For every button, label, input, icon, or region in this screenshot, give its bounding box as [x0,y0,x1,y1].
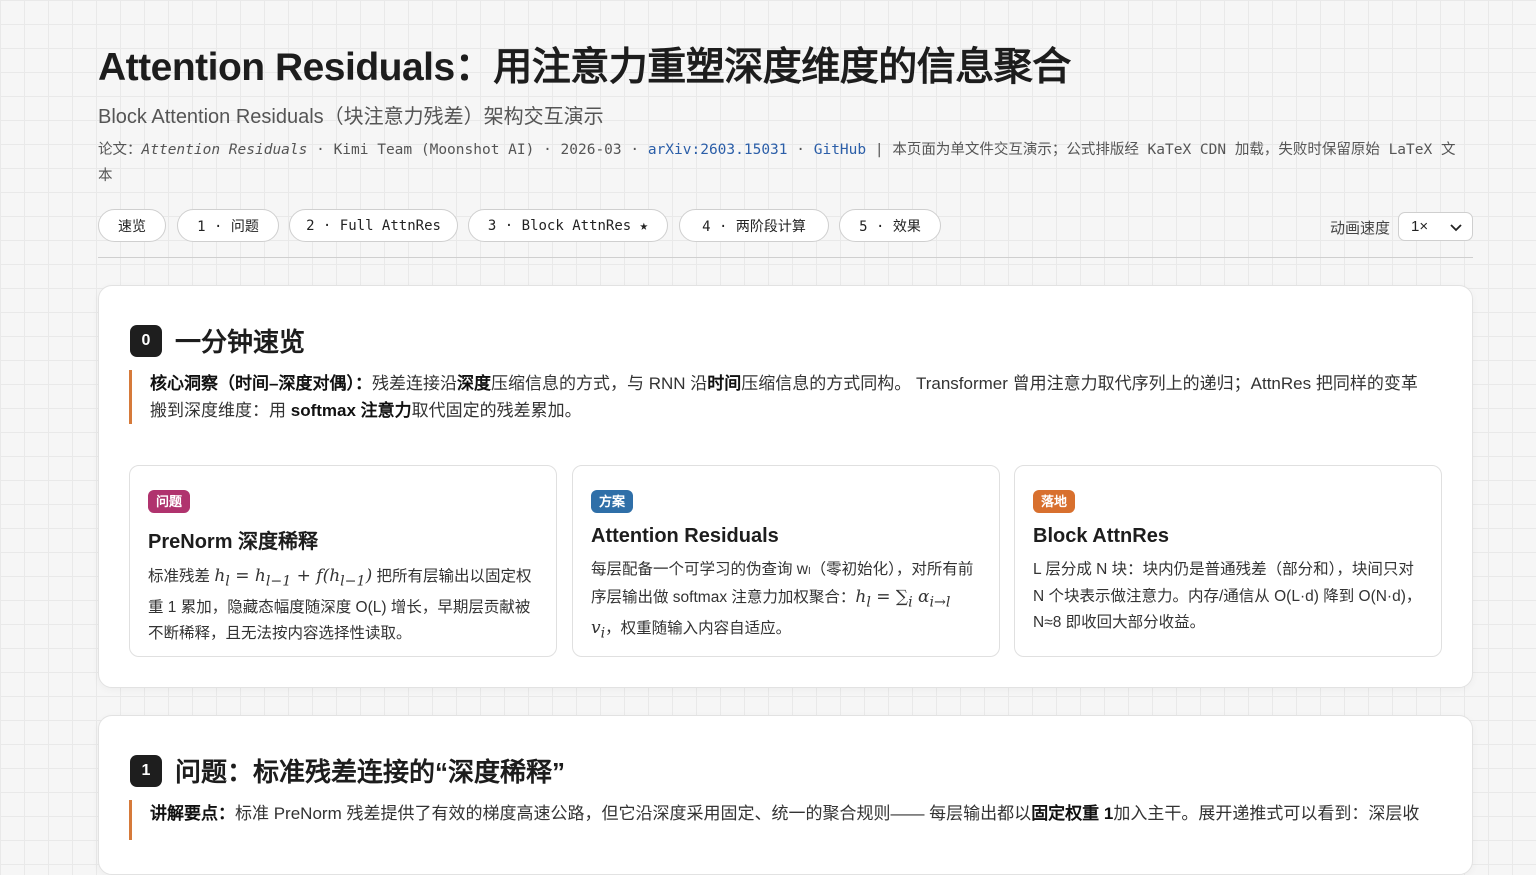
paper-meta: 论文：Attention Residuals · Kimi Team (Moon… [98,137,1468,189]
tab-block-attnres[interactable]: 3 · Block AttnRes ★ [468,209,668,242]
card-title: Block AttnRes [1033,525,1169,547]
arxiv-link[interactable]: arXiv:2603.15031 [648,142,788,158]
card-title: PreNorm 深度稀释 [148,531,319,553]
page-subtitle: Block Attention Residuals（块注意力残差）架构交互演示 [98,106,604,128]
callout-text: 取代固定的残差累加。 [411,401,582,420]
section-number: 1 [130,754,162,787]
section-nav: 速览 1 · 问题 2 · Full AttnRes 3 · Block Att… [98,209,1473,245]
overview-section: 0 一分钟速览 核心洞察（时间–深度对偶）：残差连接沿深度压缩信息的方式，与 R… [98,285,1473,688]
github-link[interactable]: GitHub [814,142,866,158]
tab-full-attnres[interactable]: 2 · Full AttnRes [289,209,458,242]
callout-lead: 核心洞察（时间–深度对偶）： [150,374,372,393]
card-title: Attention Residuals [591,525,779,547]
callout-bold: softmax 注意力 [290,401,412,420]
solution-card: 方案 Attention Residuals 每层配备一个可学习的伪查询 wₗ（… [572,465,1000,657]
problem-section: 1 问题：标准残差连接的“深度稀释” 讲解要点：标准 PreNorm 残差提供了… [98,715,1473,875]
speed-value: 1× [1411,218,1429,235]
meta-prefix: 论文： [98,142,142,158]
paper-title: Attention Residuals [141,142,308,158]
header-divider [98,257,1473,258]
meta-authors: · Kimi Team (Moonshot AI) · 2026-03 · [307,142,648,158]
card-text: ，权重随输入内容自适应。 [605,620,792,638]
card-body: 每层配备一个可学习的伪查询 wₗ（零初始化），对所有前序层输出做 softmax… [591,557,981,647]
formula: hl = hl−1 + f(hl−1) [214,566,373,590]
solution-badge: 方案 [591,490,634,513]
section-heading: 0 一分钟速览 [130,322,305,359]
callout-text: 标准 PreNorm 残差提供了有效的梯度高速公路，但它沿深度采用固定、统一的聚… [235,804,1032,823]
speed-label: 动画速度 [1329,220,1390,237]
tab-two-stage[interactable]: 4 · 两阶段计算 [679,209,829,242]
section-title: 一分钟速览 [175,327,306,357]
tab-results[interactable]: 5 · 效果 [839,209,941,242]
tab-overview[interactable]: 速览 [98,209,166,242]
explanation-callout: 讲解要点：标准 PreNorm 残差提供了有效的梯度高速公路，但它沿深度采用固定… [129,800,1429,840]
card-text: 标准残差 [148,568,215,585]
meta-separator: · [787,142,814,158]
callout-lead: 讲解要点： [150,804,235,823]
callout-text: 压缩信息的方式，与 RNN 沿 [490,374,708,393]
problem-badge: 问题 [148,490,191,513]
callout-text: 残差连接沿 [371,374,457,393]
key-insight-callout: 核心洞察（时间–深度对偶）：残差连接沿深度压缩信息的方式，与 RNN 沿时间压缩… [129,370,1429,424]
callout-bold: 深度 [456,374,491,393]
tab-problem[interactable]: 1 · 问题 [177,209,279,242]
section-number: 0 [130,324,162,357]
callout-bold: 时间 [707,374,742,393]
section-title: 问题：标准残差连接的“深度稀释” [175,757,566,787]
page-title: Attention Residuals：用注意力重塑深度维度的信息聚合 [98,46,1071,89]
speed-select[interactable]: 1× [1398,212,1473,241]
card-body: L 层分成 N 块：块内仍是普通残差（部分和），块间只对 N 个块表示做注意力。… [1033,561,1422,631]
deployment-badge: 落地 [1033,490,1076,513]
card-body: 标准残差 hl = hl−1 + f(hl−1) 把所有层输出以固定权重 1 累… [148,563,538,648]
deployment-card: 落地 Block AttnRes L 层分成 N 块：块内仍是普通残差（部分和）… [1014,465,1442,657]
section-heading: 1 问题：标准残差连接的“深度稀释” [130,752,565,789]
problem-card: 问题 PreNorm 深度稀释 标准残差 hl = hl−1 + f(hl−1)… [129,465,557,657]
callout-bold: 固定权重 1 [1031,804,1114,823]
chevron-down-icon [1449,220,1463,238]
callout-text: 加入主干。展开递推式可以看到：深层收 [1113,804,1420,823]
